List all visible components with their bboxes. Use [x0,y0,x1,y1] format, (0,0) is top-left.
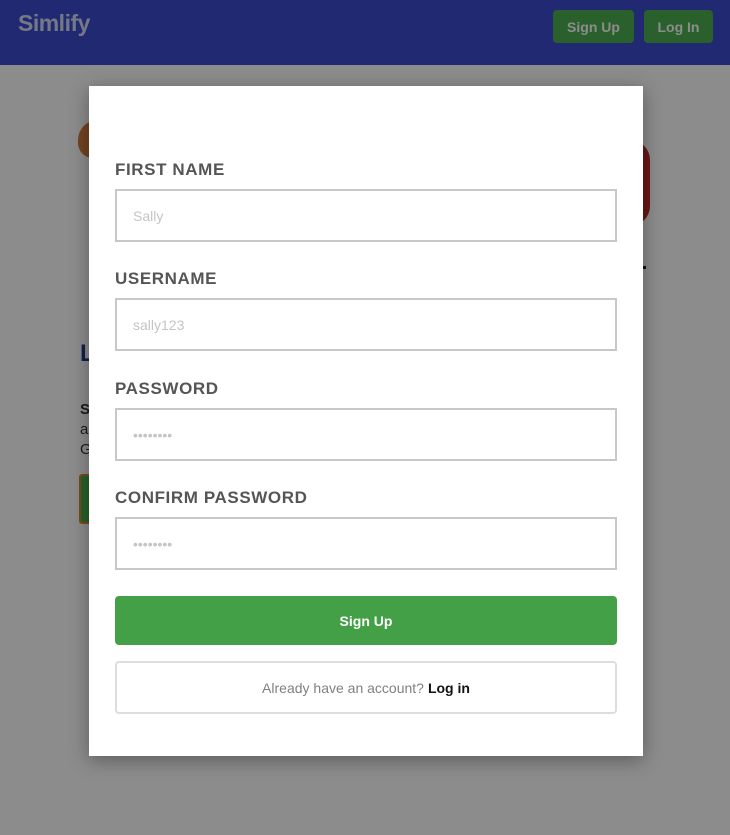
confirm-password-input[interactable] [115,517,617,570]
password-label: PASSWORD [115,379,219,398]
signup-submit-button[interactable]: Sign Up [115,596,617,645]
password-input[interactable] [115,408,617,461]
first-name-label: FIRST NAME [115,160,225,179]
username-label: USERNAME [115,269,218,288]
username-input[interactable] [115,298,617,351]
login-prompt-text: Already have an account? [262,679,424,696]
confirm-password-label: CONFIRM PASSWORD [115,488,308,507]
signup-modal: FIRST NAME USERNAME PASSWORD CONFIRM PAS… [89,86,643,756]
login-prompt-box: Already have an account? Log in [115,661,617,714]
login-link[interactable]: Log in [428,680,470,696]
first-name-input[interactable] [115,189,617,242]
